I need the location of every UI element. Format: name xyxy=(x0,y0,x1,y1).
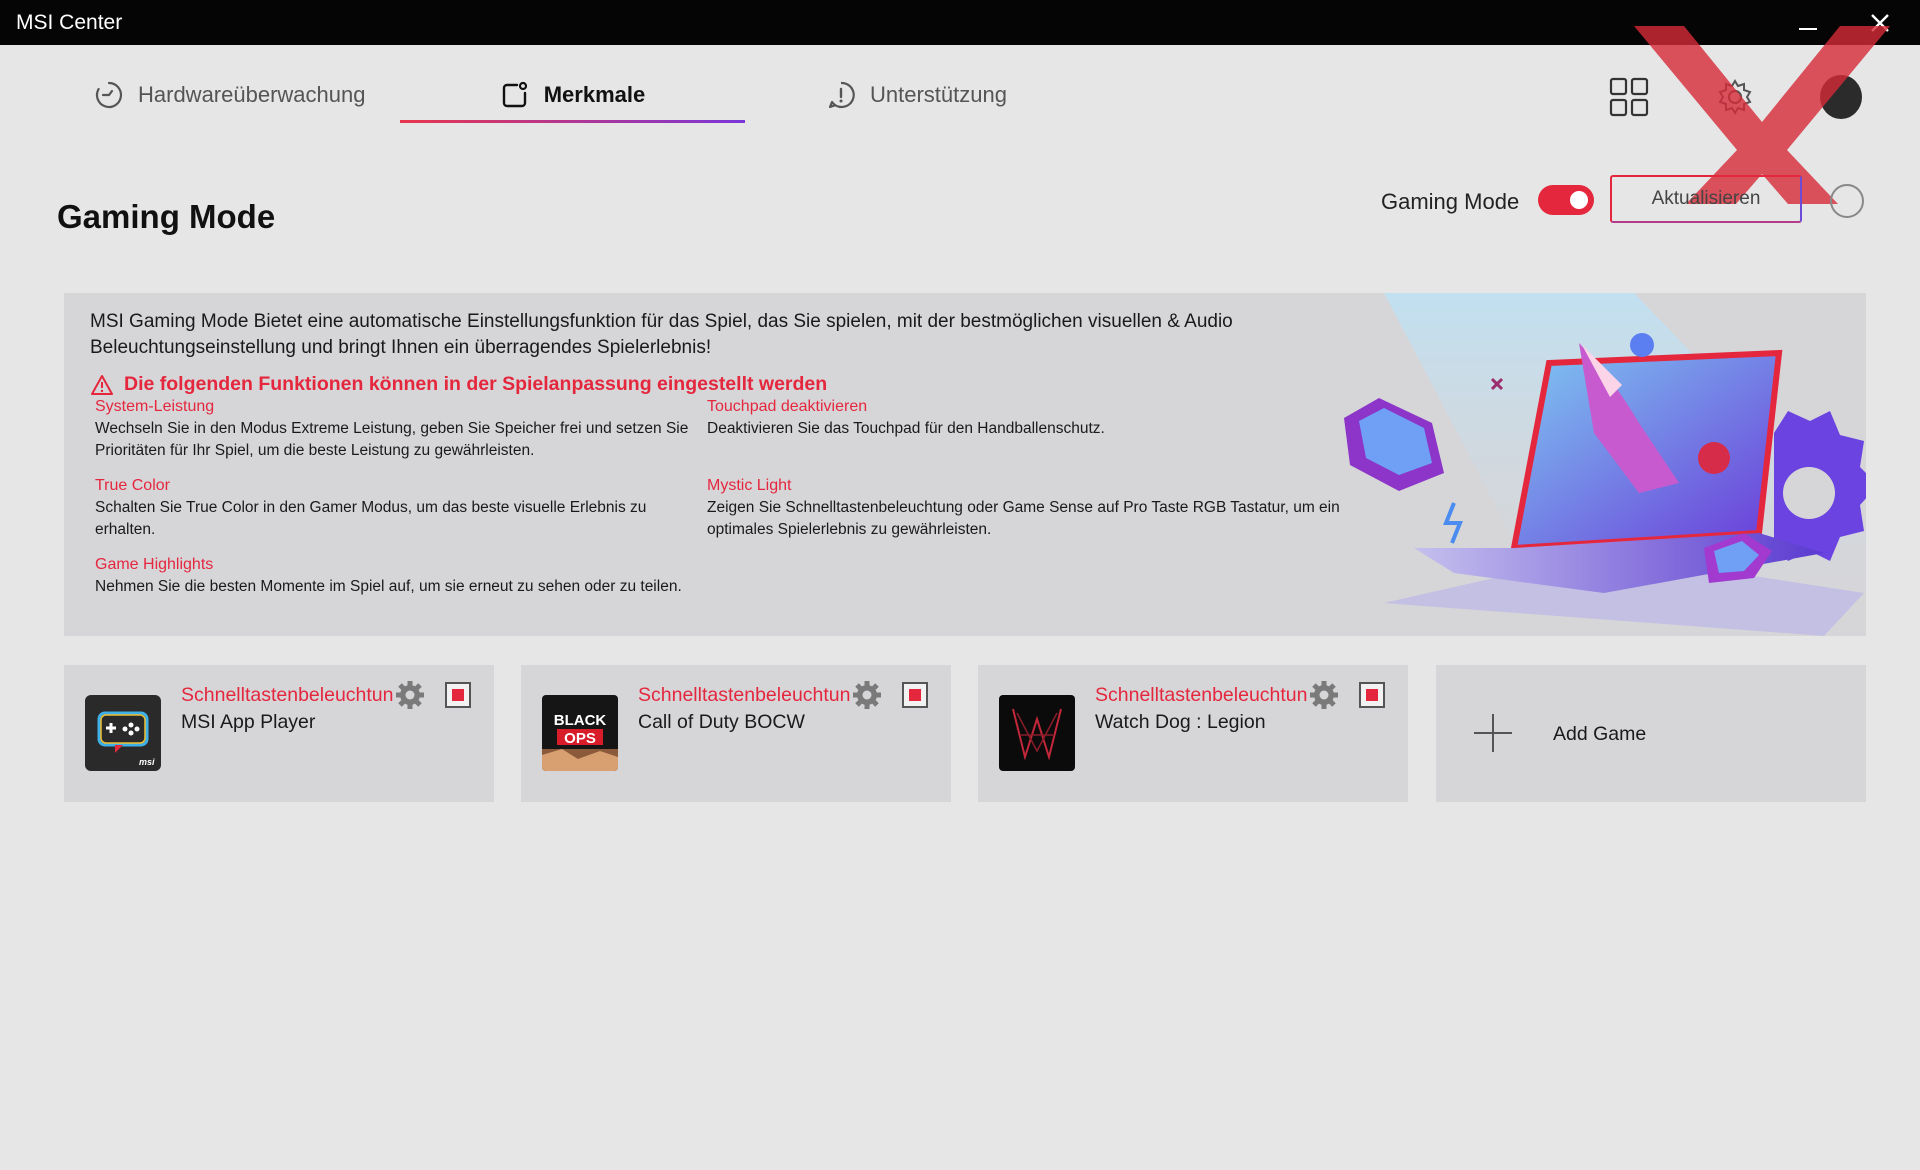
grid-icon xyxy=(1609,77,1649,117)
support-icon xyxy=(828,81,855,109)
game-card[interactable]: Schnelltastenbeleuchtun Watch Dog : Legi… xyxy=(978,665,1408,802)
page-title: Gaming Mode xyxy=(57,198,276,235)
feature-name: True Color xyxy=(95,477,170,494)
tab-label: Unterstützung xyxy=(870,82,1007,107)
gear-icon[interactable] xyxy=(1308,679,1340,711)
info-button[interactable] xyxy=(1830,184,1864,218)
stop-button[interactable] xyxy=(902,682,928,708)
banner-description: MSI Gaming Mode Bietet eine automatische… xyxy=(90,311,1233,358)
tab-label: Merkmale xyxy=(543,82,646,107)
gear-icon xyxy=(1718,79,1752,115)
gaming-laptop-illustration xyxy=(1344,293,1866,636)
grid-view-button[interactable] xyxy=(1608,76,1650,118)
game-card[interactable]: BLACK OPS Schnelltastenbeleuchtun Call o… xyxy=(521,665,951,802)
plus-icon xyxy=(1474,714,1512,752)
game-card[interactable]: msi Schnelltastenbeleuchtun MSI App Play… xyxy=(64,665,494,802)
feature-description: Zeigen Sie Schnelltastenbeleuchtung oder… xyxy=(707,499,1340,538)
feature-true-color: True Color Schalten Sie True Color in de… xyxy=(95,475,695,541)
feature-description: Schalten Sie True Color in den Gamer Mod… xyxy=(95,499,647,538)
warning-text: Die folgenden Funktionen können in der S… xyxy=(124,373,828,395)
feature-name: Game Highlights xyxy=(95,556,214,573)
account-button[interactable] xyxy=(1820,75,1862,119)
features-icon xyxy=(502,81,527,108)
window-title: MSI Center xyxy=(16,11,123,34)
feature-description: Nehmen Sie die besten Momente im Spiel a… xyxy=(95,578,682,595)
msi-app-player-thumbnail: msi xyxy=(85,695,161,771)
add-game-button[interactable]: Add Game xyxy=(1436,665,1866,802)
feature-name: Touchpad deaktivieren xyxy=(707,398,868,415)
game-profile-name: Schnelltastenbeleuchtun xyxy=(638,684,851,706)
stop-button[interactable] xyxy=(445,682,471,708)
avatar-icon xyxy=(1820,75,1862,119)
banner-warning: Die folgenden Funktionen können in der S… xyxy=(90,373,827,396)
thumb-label: msi xyxy=(139,757,155,767)
gear-icon[interactable] xyxy=(394,679,426,711)
tab-hardware-monitoring[interactable]: Hardwareüberwachung xyxy=(94,69,365,121)
feature-name: Mystic Light xyxy=(707,477,792,494)
feature-touchpad: Touchpad deaktivieren Deaktivieren Sie d… xyxy=(707,396,1307,440)
thumb-label: BLACK xyxy=(554,712,607,729)
game-title: MSI App Player xyxy=(181,711,316,733)
gear-icon[interactable] xyxy=(851,679,883,711)
minimize-button[interactable] xyxy=(1788,6,1828,40)
game-profile-name: Schnelltastenbeleuchtun xyxy=(181,684,394,706)
tab-label: Hardwareüberwachung xyxy=(138,82,366,107)
watch-dogs-legion-thumbnail xyxy=(999,695,1075,771)
feature-mystic-light: Mystic Light Zeigen Sie Schnelltastenbel… xyxy=(707,475,1387,541)
close-button[interactable] xyxy=(1860,6,1900,40)
close-icon xyxy=(1871,14,1889,32)
add-game-label: Add Game xyxy=(1553,723,1647,745)
tab-support[interactable]: Unterstützung xyxy=(826,69,1007,121)
game-title: Call of Duty BOCW xyxy=(638,711,805,733)
gaming-mode-toggle-label: Gaming Mode xyxy=(1381,189,1520,214)
settings-button[interactable] xyxy=(1714,76,1756,118)
monitor-gauge-icon xyxy=(95,81,123,109)
thumb-label: OPS xyxy=(564,730,596,747)
warning-icon xyxy=(91,374,113,395)
gaming-mode-toggle[interactable] xyxy=(1538,185,1594,215)
stop-button[interactable] xyxy=(1359,682,1385,708)
info-banner: MSI Gaming Mode Bietet eine automatische… xyxy=(64,293,1866,636)
game-profile-name: Schnelltastenbeleuchtun xyxy=(1095,684,1308,706)
call-of-duty-thumbnail: BLACK OPS xyxy=(542,695,618,771)
update-button[interactable]: Aktualisieren xyxy=(1610,175,1802,223)
feature-game-highlights: Game Highlights Nehmen Sie die besten Mo… xyxy=(95,554,695,598)
feature-description: Wechseln Sie in den Modus Extreme Leistu… xyxy=(95,420,689,459)
title-bar: MSI Center xyxy=(0,0,1920,45)
feature-description: Deaktivieren Sie das Touchpad für den Ha… xyxy=(707,420,1105,437)
feature-name: System-Leistung xyxy=(95,398,215,415)
game-title: Watch Dog : Legion xyxy=(1095,711,1266,733)
tab-features[interactable]: Merkmale xyxy=(400,69,745,123)
feature-system-performance: System-Leistung Wechseln Sie in den Modu… xyxy=(95,396,695,462)
